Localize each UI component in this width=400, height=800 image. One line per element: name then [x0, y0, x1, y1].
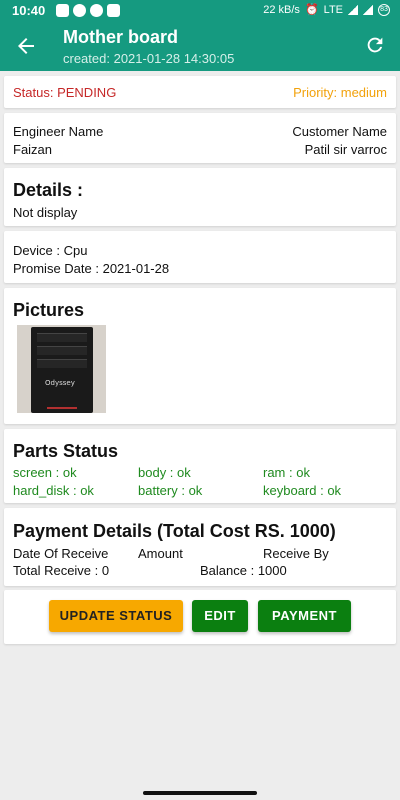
edit-button[interactable]: EDIT [192, 600, 248, 632]
app-bar: Mother board created: 2021-01-28 14:30:0… [0, 22, 400, 71]
details-text: Not display [13, 205, 78, 220]
details-card: Details : Not display [4, 168, 396, 226]
drive-bay [37, 359, 87, 368]
balance: Balance : 1000 [200, 563, 287, 578]
parts-status-card: Parts Status screen : ok body : ok ram :… [4, 429, 396, 503]
priority-label: Priority: medium [293, 85, 387, 100]
gesture-navigation-bar [0, 786, 400, 800]
whatsapp-icon [73, 4, 86, 17]
drive-bay [37, 333, 87, 342]
part-status-item: screen : ok [13, 465, 77, 480]
pictures-card: Pictures Odyssey [4, 288, 396, 424]
part-status-item: ram : ok [263, 465, 310, 480]
customer-name-label: Customer Name [292, 124, 387, 139]
engineer-name-value: Faizan [13, 142, 53, 157]
status-label: Status: PENDING [13, 85, 117, 100]
case-accent-strip [47, 407, 77, 409]
engineer-name-label: Engineer Name [13, 124, 104, 139]
case-brand-logo: Odyssey [45, 379, 75, 387]
back-arrow-icon[interactable] [14, 34, 38, 58]
payment-heading: Payment Details (Total Cost RS. 1000) [13, 521, 336, 541]
youtube-icon [56, 4, 69, 17]
date-of-receive-label: Date Of Receive [13, 546, 109, 561]
part-status-item: keyboard : ok [263, 483, 342, 498]
clock: 10:40 [12, 3, 46, 18]
refresh-icon[interactable] [364, 34, 386, 56]
alarm-icon: ⏰ [304, 4, 319, 16]
part-status-item: hard_disk : ok [13, 483, 94, 498]
system-indicators: 22 kB/s ⏰ LTE 83 [263, 3, 390, 16]
home-gesture-handle[interactable] [143, 791, 257, 795]
created-timestamp: created: 2021-01-28 14:30:05 [63, 51, 235, 66]
promise-date-line: Promise Date : 2021-01-28 [13, 261, 170, 276]
signal-icon [348, 4, 358, 15]
amount-label: Amount [138, 546, 183, 561]
details-heading: Details : [13, 180, 84, 200]
drive-bay [37, 346, 87, 355]
actions-card: UPDATE STATUS EDIT PAYMENT [4, 590, 396, 644]
payment-details-card: Payment Details (Total Cost RS. 1000) Da… [4, 508, 396, 586]
page-title: Mother board [63, 27, 178, 47]
pictures-heading: Pictures [13, 300, 85, 320]
part-status-item: body : ok [138, 465, 191, 480]
total-receive: Total Receive : 0 [13, 563, 110, 578]
battery-icon: 83 [378, 3, 390, 16]
system-status-bar: 10:40 22 kB/s ⏰ LTE 83 [0, 0, 400, 22]
device-card: Device : Cpu Promise Date : 2021-01-28 [4, 231, 396, 283]
shazam-icon [90, 4, 103, 17]
people-card: Engineer Name Faizan Customer Name Patil… [4, 113, 396, 163]
part-status-item: battery : ok [138, 483, 203, 498]
payment-button[interactable]: PAYMENT [258, 600, 351, 632]
update-status-button[interactable]: UPDATE STATUS [49, 600, 183, 632]
status-card: Status: PENDING Priority: medium [4, 76, 396, 108]
device-line: Device : Cpu [13, 243, 88, 258]
device-photo-thumbnail[interactable]: Odyssey [17, 325, 106, 413]
signal-icon-2 [363, 4, 373, 15]
cpu-tower-image: Odyssey [31, 327, 93, 413]
receive-by-label: Receive By [263, 546, 329, 561]
customer-name-value: Patil sir varroc [304, 142, 387, 157]
parts-status-heading: Parts Status [13, 441, 119, 461]
notification-icons [56, 4, 120, 17]
network-speed: 22 kB/s [263, 3, 300, 16]
network-type: LTE [323, 3, 343, 16]
sigma-icon [107, 4, 120, 17]
